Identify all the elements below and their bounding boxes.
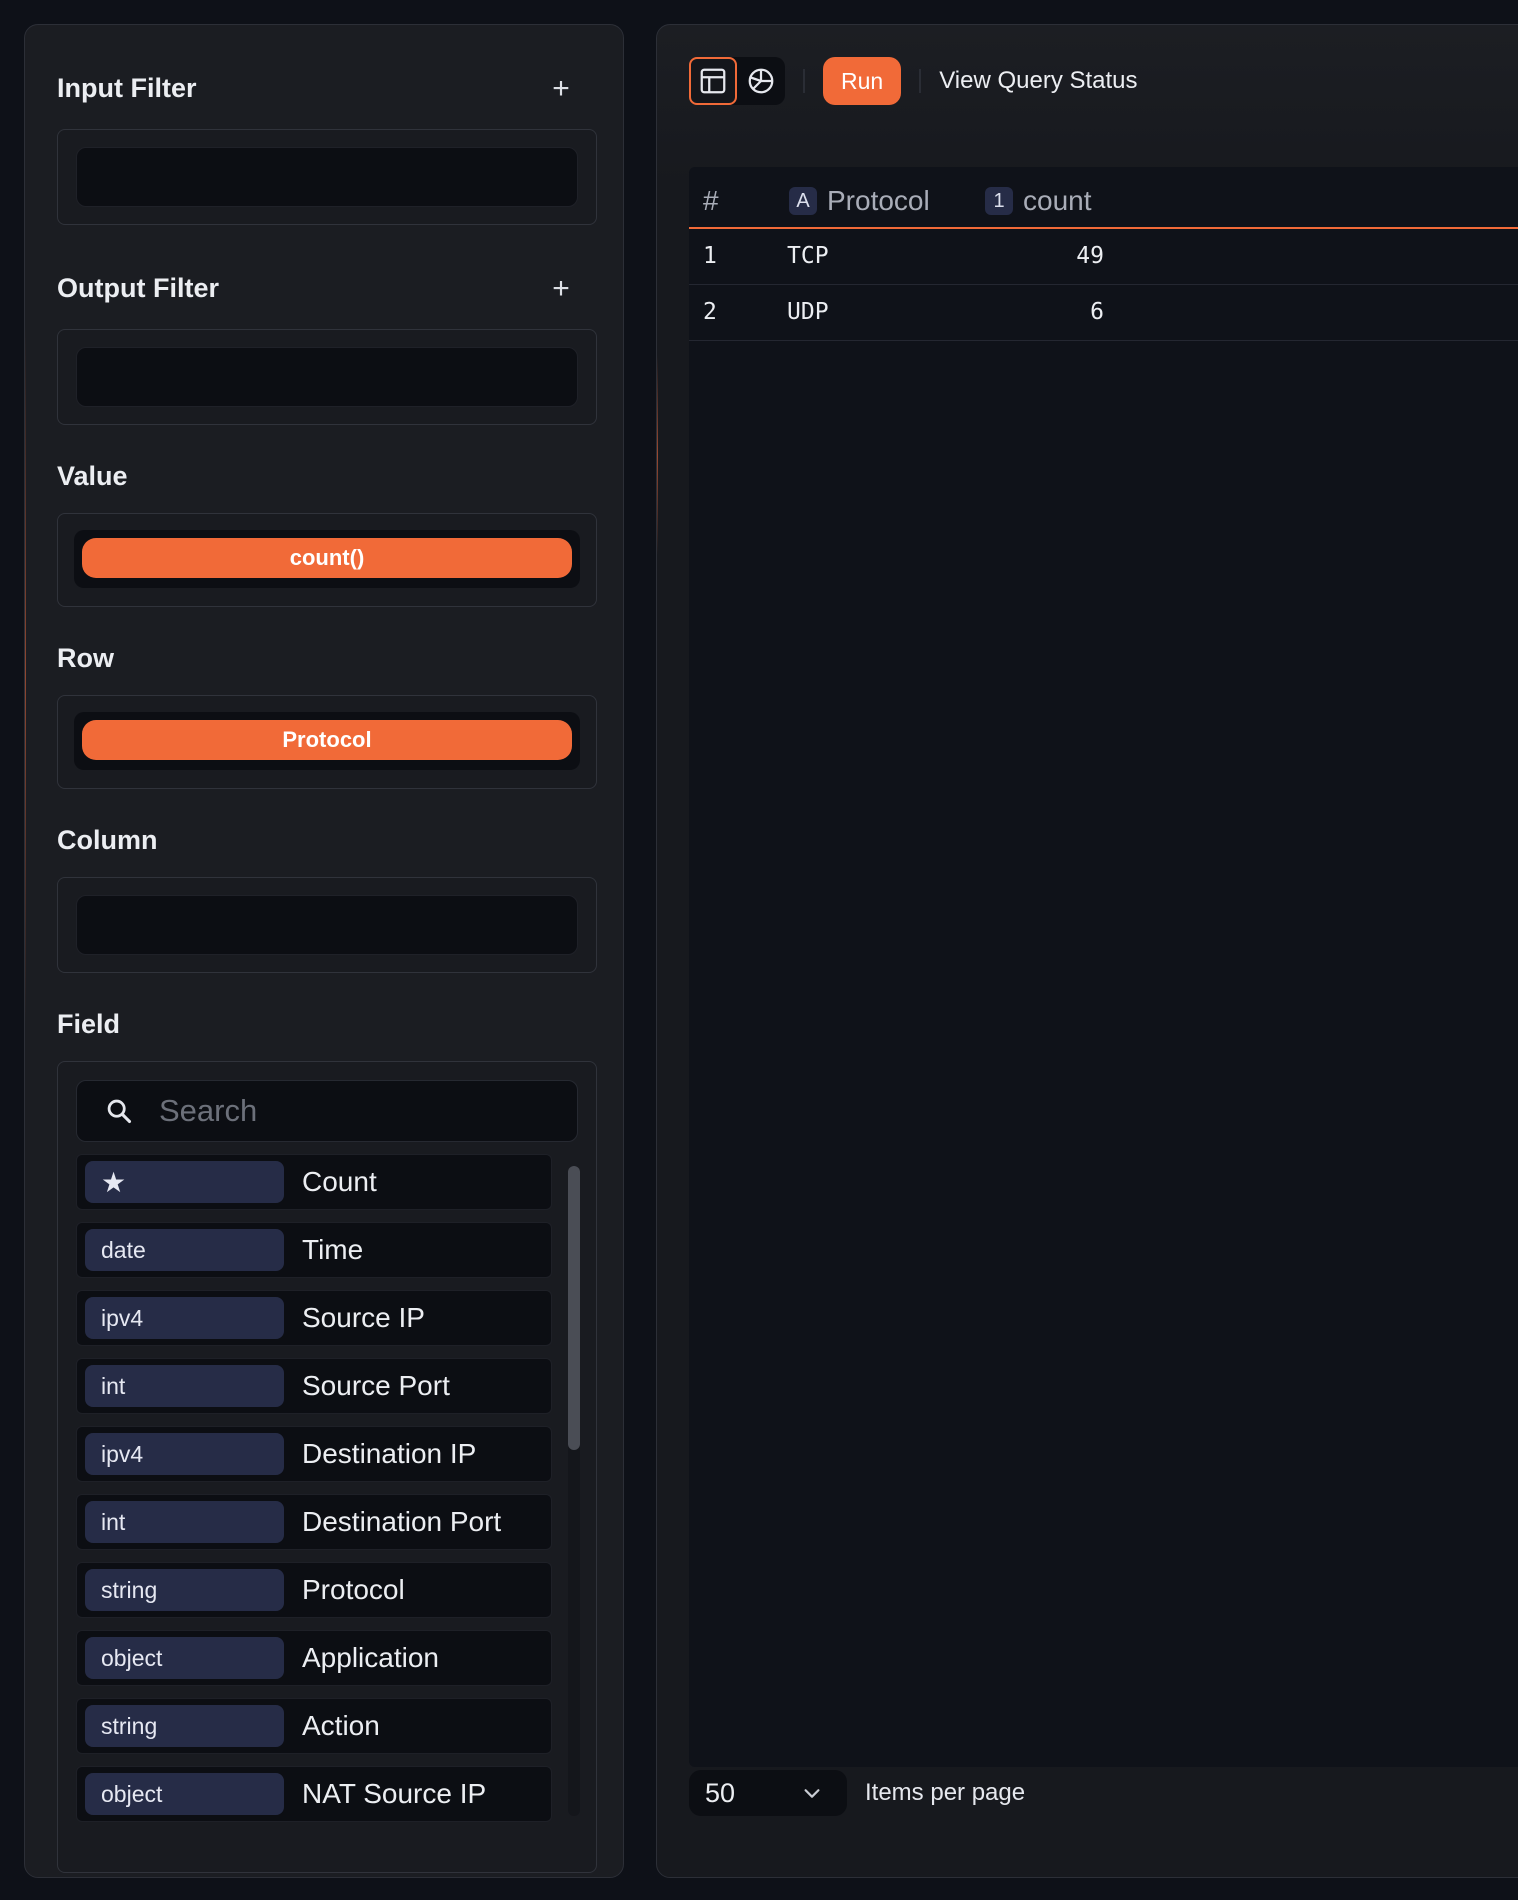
row-index: 2 xyxy=(703,299,717,325)
count-cell: 49 xyxy=(1076,243,1104,269)
table-header: # A Protocol 1 count xyxy=(689,167,1518,229)
column-header-label: # xyxy=(703,185,719,216)
column-box xyxy=(57,877,597,973)
field-item-destination-port[interactable]: int Destination Port xyxy=(76,1494,552,1550)
pivot-config-panel: Input Filter + Output Filter + Value cou… xyxy=(24,24,624,1878)
field-item-source-ip[interactable]: ipv4 Source IP xyxy=(76,1290,552,1346)
view-query-status-button[interactable]: View Query Status xyxy=(939,67,1137,95)
column-title: Column xyxy=(57,825,158,855)
table-row[interactable]: 2 UDP 6 xyxy=(689,285,1518,341)
value-dropzone[interactable]: count() xyxy=(74,530,580,588)
value-title: Value xyxy=(57,461,128,491)
row-dropzone[interactable]: Protocol xyxy=(74,712,580,770)
row-pill[interactable]: Protocol xyxy=(82,720,572,760)
field-item-count[interactable]: ★ Count xyxy=(76,1154,552,1210)
page-size-value: 50 xyxy=(705,1777,736,1808)
page-size-select[interactable]: 50 xyxy=(689,1770,847,1816)
field-search-input[interactable] xyxy=(159,1091,539,1131)
column-header-label: count xyxy=(1023,185,1092,216)
pie-chart-icon xyxy=(748,68,774,94)
string-type-icon: A xyxy=(789,187,817,215)
star-icon: ★ xyxy=(101,1166,127,1198)
column-header-protocol[interactable]: A Protocol xyxy=(789,185,930,217)
column-header-index[interactable]: # xyxy=(703,185,719,217)
protocol-cell: TCP xyxy=(787,243,829,269)
input-filter-title: Input Filter xyxy=(57,73,197,103)
field-type-chip: ★ xyxy=(85,1161,284,1203)
field-list: ★ Count date Time ipv4 Source IP int Sou… xyxy=(76,1154,554,1839)
row-index: 1 xyxy=(703,243,717,269)
field-name: Action xyxy=(302,1710,380,1741)
items-per-page-label: Items per page xyxy=(865,1779,1026,1806)
pagination-footer: 50 Items per page xyxy=(689,1769,1025,1817)
field-type-chip: string xyxy=(85,1705,284,1747)
input-filter-box xyxy=(57,129,597,225)
toolbar-divider xyxy=(919,69,922,93)
field-item-destination-ip[interactable]: ipv4 Destination IP xyxy=(76,1426,552,1482)
value-box: count() xyxy=(57,513,597,607)
run-button[interactable]: Run xyxy=(823,57,902,105)
output-filter-dropzone[interactable] xyxy=(76,347,578,407)
chart-view-button[interactable] xyxy=(737,57,785,105)
field-type-chip: int xyxy=(85,1365,284,1407)
field-type-chip: ipv4 xyxy=(85,1297,284,1339)
row-title: Row xyxy=(57,643,114,673)
column-header-label: Protocol xyxy=(827,185,930,216)
row-box: Protocol xyxy=(57,695,597,789)
output-filter-title: Output Filter xyxy=(57,273,219,303)
column-dropzone[interactable] xyxy=(76,895,578,955)
field-type-chip: string xyxy=(85,1569,284,1611)
field-type-chip: int xyxy=(85,1501,284,1543)
field-title: Field xyxy=(57,1009,121,1039)
field-name: Source Port xyxy=(302,1370,450,1401)
protocol-cell: UDP xyxy=(787,299,829,325)
field-type-chip: ipv4 xyxy=(85,1433,284,1475)
results-table: # A Protocol 1 count 1 TCP 49 2 UDP 6 xyxy=(689,167,1518,1767)
field-item-nat-source-ip[interactable]: object NAT Source IP xyxy=(76,1766,552,1822)
search-icon xyxy=(107,1099,132,1124)
table-view-button[interactable] xyxy=(689,57,737,105)
table-row[interactable]: 1 TCP 49 xyxy=(689,229,1518,285)
results-toolbar: Run View Query Status xyxy=(689,57,1138,105)
field-type-chip: date xyxy=(85,1229,284,1271)
field-item-protocol[interactable]: string Protocol xyxy=(76,1562,552,1618)
field-list-scrollbar-thumb[interactable] xyxy=(568,1166,580,1450)
column-header-count[interactable]: 1 count xyxy=(985,185,1092,217)
input-filter-dropzone[interactable] xyxy=(76,147,578,207)
field-item-action[interactable]: string Action xyxy=(76,1698,552,1754)
add-input-filter-button[interactable]: + xyxy=(543,71,579,107)
field-name: Source IP xyxy=(302,1302,425,1333)
chevron-down-icon xyxy=(804,1789,820,1798)
value-pill[interactable]: count() xyxy=(82,538,572,578)
field-name: Application xyxy=(302,1642,439,1673)
field-item-application[interactable]: object Application xyxy=(76,1630,552,1686)
field-name: Destination IP xyxy=(302,1438,477,1469)
field-name: Time xyxy=(302,1234,364,1265)
field-item-source-port[interactable]: int Source Port xyxy=(76,1358,552,1414)
field-type-chip: object xyxy=(85,1637,284,1679)
field-type-chip: object xyxy=(85,1773,284,1815)
add-output-filter-button[interactable]: + xyxy=(543,271,579,307)
field-name: Count xyxy=(302,1166,377,1197)
number-type-icon: 1 xyxy=(985,187,1013,215)
count-cell: 6 xyxy=(1090,299,1104,325)
field-box: ★ Count date Time ipv4 Source IP int Sou… xyxy=(57,1061,597,1873)
output-filter-box xyxy=(57,329,597,425)
toolbar-divider xyxy=(803,69,805,93)
field-item-time[interactable]: date Time xyxy=(76,1222,552,1278)
view-toggle xyxy=(689,57,785,105)
results-panel: Run View Query Status # A Protocol 1 cou… xyxy=(656,24,1518,1878)
field-name: Destination Port xyxy=(302,1506,502,1537)
field-name: Protocol xyxy=(302,1574,405,1605)
table-icon xyxy=(700,68,726,94)
field-name: NAT Source IP xyxy=(302,1778,487,1809)
field-search xyxy=(76,1080,578,1142)
